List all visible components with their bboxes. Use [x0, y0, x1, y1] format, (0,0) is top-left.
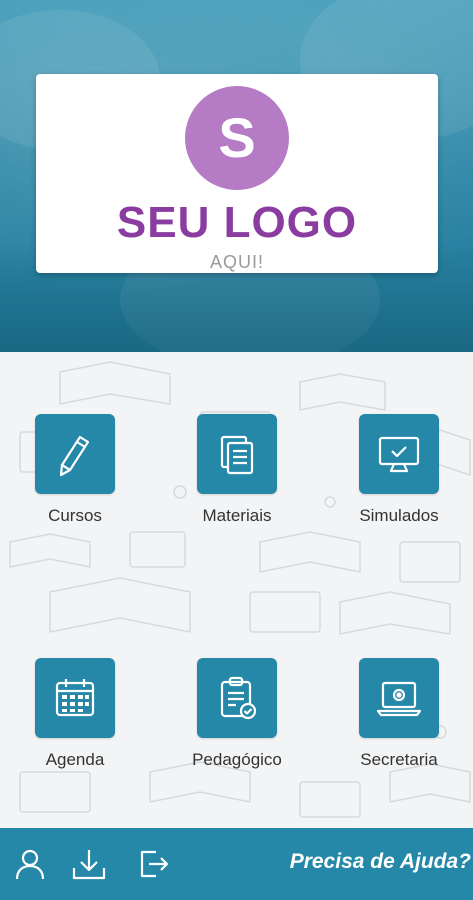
- pedagogico-label: Pedagógico: [192, 750, 282, 769]
- materiais-button[interactable]: [197, 414, 277, 494]
- logo-title: SEU LOGO: [116, 198, 358, 247]
- monitor-check-icon: [378, 436, 420, 473]
- logo-letter: S: [218, 106, 256, 169]
- laptop-icon: [376, 681, 422, 717]
- bottom-bar: Precisa de Ajuda?: [0, 828, 473, 900]
- header-banner: S SEU LOGO AQUI!: [0, 0, 473, 352]
- documents-icon: [220, 435, 254, 475]
- cursos-label: Cursos: [48, 506, 102, 525]
- help-link[interactable]: Precisa de Ajuda?: [290, 850, 471, 874]
- agenda-label: Agenda: [45, 750, 105, 769]
- logout-icon[interactable]: [134, 846, 170, 882]
- logo-circle: S: [185, 86, 289, 190]
- logo-card: S SEU LOGO AQUI!: [36, 74, 438, 273]
- pencil-icon: [59, 435, 90, 477]
- calendar-icon: [55, 679, 95, 717]
- secretaria-button[interactable]: [359, 658, 439, 738]
- agenda-button[interactable]: [35, 658, 115, 738]
- download-icon[interactable]: [71, 846, 107, 882]
- simulados-button[interactable]: [359, 414, 439, 494]
- logo-subtitle: AQUI!: [209, 252, 264, 272]
- user-icon[interactable]: [12, 846, 48, 882]
- secretaria-label: Secretaria: [360, 750, 438, 769]
- clipboard-check-icon: [220, 676, 257, 720]
- simulados-label: Simulados: [359, 506, 439, 525]
- pedagogico-button[interactable]: [197, 658, 277, 738]
- cursos-button[interactable]: [35, 414, 115, 494]
- materiais-label: Materiais: [202, 506, 272, 525]
